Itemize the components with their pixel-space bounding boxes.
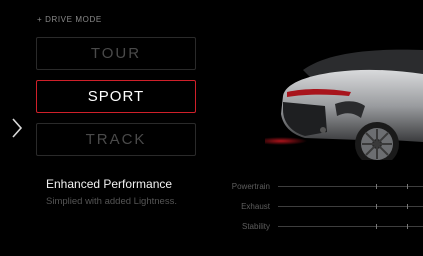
mode-label-tour: TOUR xyxy=(90,45,142,62)
metric-label-powertrain: Powertrain xyxy=(231,182,270,191)
metric-bar-stability xyxy=(278,226,423,227)
metric-bar-exhaust xyxy=(278,206,423,207)
car-image xyxy=(265,49,423,160)
metric-bar-powertrain xyxy=(278,186,423,187)
metric-marker-powertrain-end xyxy=(407,184,408,189)
mode-button-track[interactable]: TRACK xyxy=(36,123,196,156)
mode-button-tour[interactable]: TOUR xyxy=(36,37,196,70)
mode-button-sport[interactable]: SPORT xyxy=(36,80,196,113)
drive-mode-header: + DRIVE MODE xyxy=(37,15,102,24)
metric-label-stability: Stability xyxy=(241,222,270,231)
chevron-right-icon[interactable] xyxy=(10,116,24,140)
drive-mode-screen: + DRIVE MODE TOUR SPORT TRACK Enhanced P… xyxy=(0,0,423,256)
metric-marker-stability-end xyxy=(407,224,408,229)
metric-marker-stability xyxy=(376,224,377,229)
metric-marker-exhaust-end xyxy=(407,204,408,209)
mode-label-track: TRACK xyxy=(85,131,147,148)
metric-label-exhaust: Exhaust xyxy=(241,202,270,211)
metric-marker-exhaust xyxy=(376,204,377,209)
mode-label-sport: SPORT xyxy=(87,88,145,105)
metric-marker-powertrain xyxy=(376,184,377,189)
